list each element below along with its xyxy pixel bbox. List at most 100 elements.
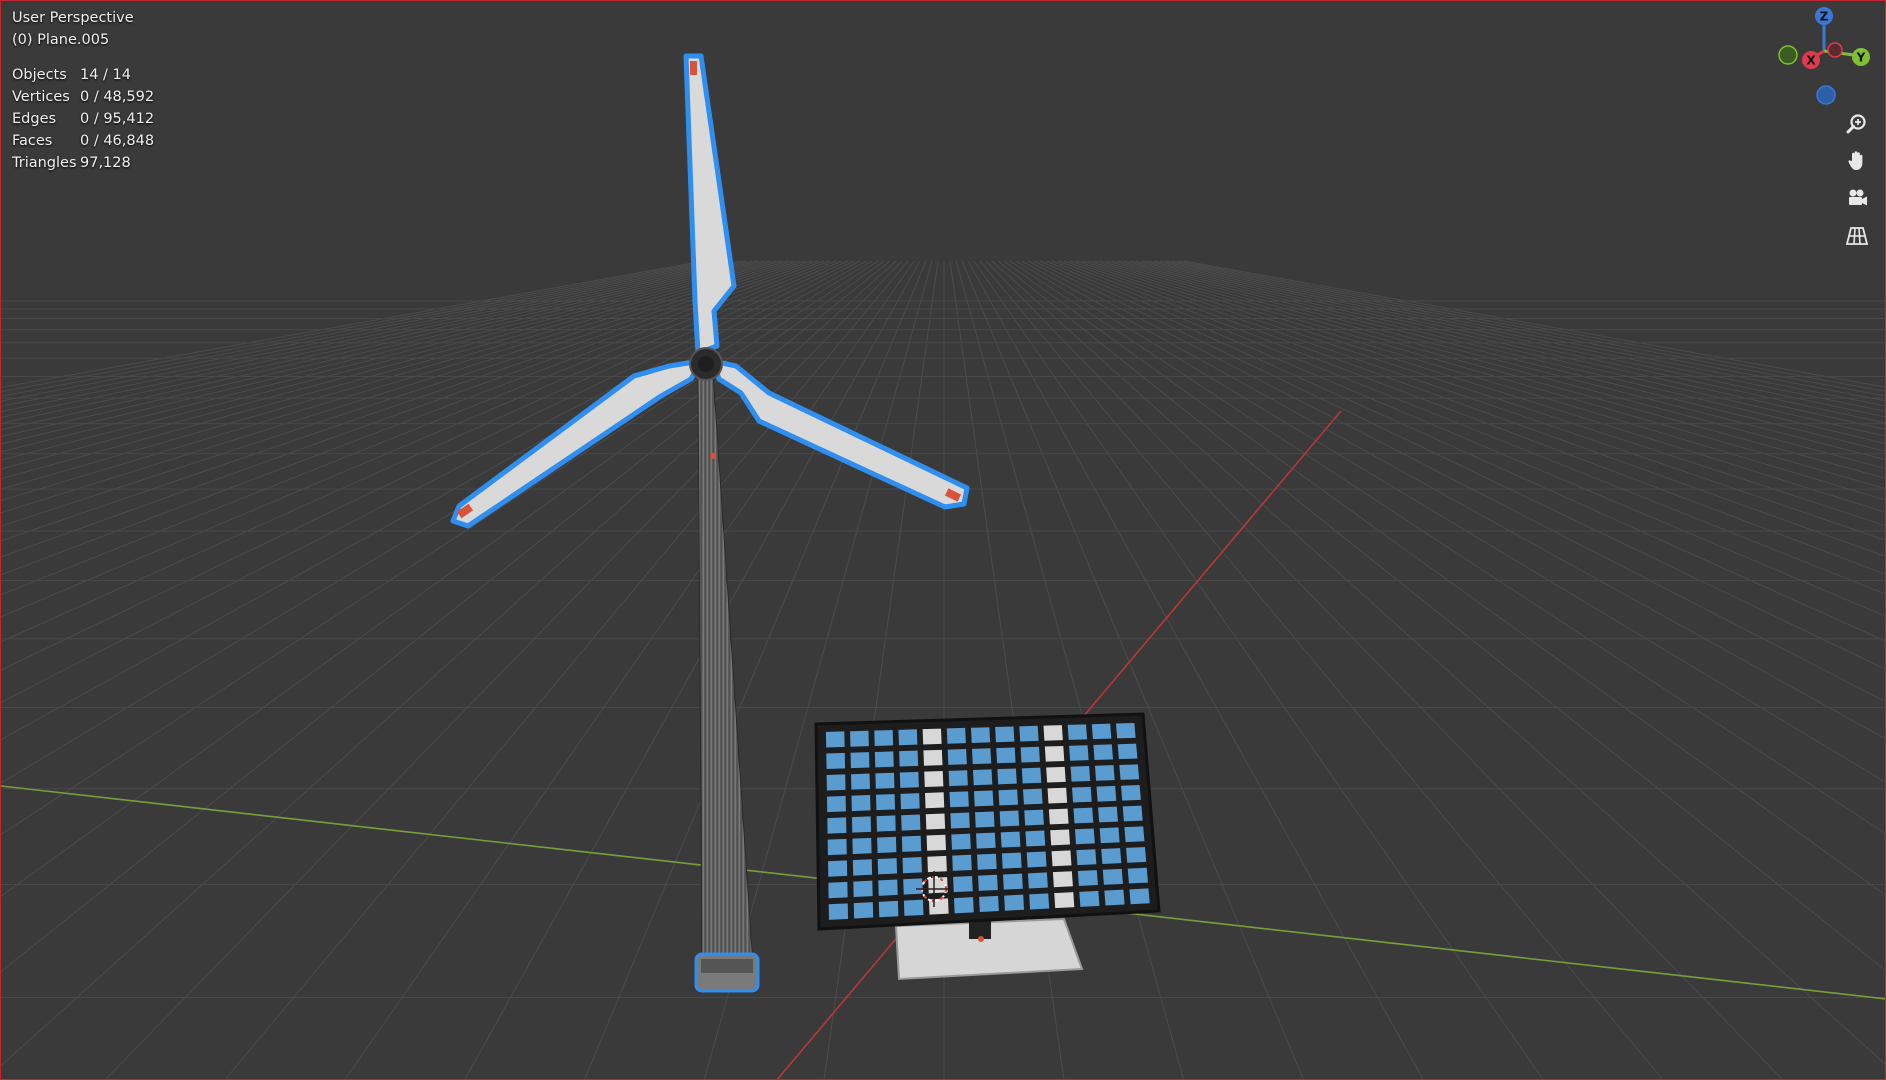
- grid-line: [464, 260, 921, 1079]
- solar-cell: [826, 795, 846, 813]
- grid-line: [1105, 260, 1885, 470]
- solar-cell: [1076, 849, 1097, 866]
- grid-line: [1081, 260, 1885, 513]
- hub-center: [698, 356, 714, 372]
- solar-cell: [1129, 888, 1150, 905]
- camera-icon[interactable]: [1842, 183, 1872, 213]
- solar-cell: [1025, 830, 1046, 847]
- view-name: User Perspective: [12, 10, 134, 26]
- solar-cell: [1072, 786, 1092, 803]
- solar-stripe-segment: [1050, 829, 1071, 846]
- navigation-gizmo[interactable]: Z Y X: [1769, 1, 1879, 111]
- grid-line: [985, 260, 1783, 1079]
- stat-value: 0 / 95,412: [80, 111, 155, 127]
- grid-line: [1069, 260, 1885, 541]
- solar-stripe-segment: [1043, 725, 1063, 741]
- solar-cell: [1027, 872, 1048, 889]
- solar-cell: [878, 900, 899, 918]
- gizmo-neg-z[interactable]: [1816, 85, 1836, 105]
- solar-cell: [954, 897, 974, 914]
- solar-stripe-segment: [1044, 745, 1065, 762]
- solar-cell: [852, 859, 873, 876]
- solar-cell: [996, 747, 1016, 764]
- grid-line: [1, 260, 717, 397]
- solar-cell: [903, 878, 923, 895]
- gizmo-neg-y[interactable]: [1778, 45, 1798, 65]
- solar-cell: [853, 902, 874, 919]
- grid-line: [1, 260, 729, 407]
- solar-cell: [877, 836, 897, 853]
- solar-cell: [998, 789, 1018, 806]
- grid-line: [1, 260, 711, 393]
- solar-cell: [903, 899, 924, 916]
- solar-cell: [970, 727, 991, 743]
- solar-stripe-segment: [1048, 808, 1069, 825]
- solar-cell: [978, 874, 998, 891]
- solar-cell: [1096, 785, 1117, 802]
- solar-cell: [853, 880, 873, 898]
- 3d-viewport[interactable]: User Perspective (0) Plane.005 Objects 14…: [0, 0, 1886, 1080]
- grid-line: [225, 260, 909, 1079]
- solar-cell: [901, 814, 921, 831]
- active-object-name: (0) Plane.005: [12, 32, 110, 48]
- solar-cell: [874, 729, 894, 746]
- gizmo-neg-x[interactable]: [1827, 42, 1843, 58]
- grid-line: [1165, 260, 1885, 402]
- solar-cell: [975, 811, 995, 828]
- solar-cell: [947, 749, 967, 765]
- solar-cell: [1004, 894, 1025, 911]
- solar-stripe-segment: [924, 771, 944, 787]
- viewport-scene[interactable]: [1, 1, 1886, 1080]
- solar-cell: [876, 815, 896, 832]
- gizmo-y-label: Y: [1856, 51, 1866, 65]
- solar-stripe-segment: [926, 834, 947, 851]
- solar-cell: [1003, 873, 1023, 890]
- solar-cell: [1115, 722, 1136, 739]
- solar-cell: [828, 881, 848, 899]
- solar-cell: [1126, 847, 1147, 863]
- solar-cell: [827, 817, 847, 834]
- solar-cell: [1074, 828, 1095, 845]
- solar-stripe-segment: [927, 855, 947, 873]
- solar-cell: [971, 748, 992, 765]
- solar-cell: [899, 750, 919, 767]
- solar-cell: [1121, 785, 1141, 801]
- grid-line: [1051, 260, 1885, 595]
- grid-line: [1123, 260, 1885, 444]
- blade-tip-marker: [690, 61, 697, 75]
- solar-cell: [877, 858, 898, 875]
- object-origin-dot: [710, 453, 716, 459]
- turbine-tower[interactable]: [697, 372, 754, 967]
- solar-cell: [1117, 743, 1138, 760]
- grid-ortho-icon[interactable]: [1842, 221, 1872, 251]
- solar-cell: [1069, 745, 1089, 761]
- stat-row-faces: Faces 0 / 46,848: [12, 130, 154, 152]
- solar-cell: [901, 835, 922, 852]
- solar-cell: [1029, 893, 1050, 910]
- grid-line: [1027, 260, 1885, 702]
- solar-cell: [851, 816, 872, 833]
- solar-stripe-segment: [1052, 871, 1073, 888]
- solar-cell: [1067, 724, 1088, 740]
- solar-cell: [900, 793, 920, 810]
- solar-cell: [875, 794, 896, 811]
- turbine-blade-right[interactable]: [710, 358, 970, 510]
- solar-cell: [946, 727, 966, 744]
- solar-stripe-segment: [1051, 850, 1072, 867]
- turbine-blade-left[interactable]: [450, 358, 704, 529]
- turbine-blade-top[interactable]: [683, 53, 737, 356]
- solar-cell: [875, 772, 895, 789]
- solar-panel[interactable]: [814, 712, 1161, 981]
- grid-line: [1099, 260, 1885, 479]
- solar-cell: [1094, 765, 1115, 781]
- solar-cell: [851, 773, 870, 790]
- stat-label: Edges: [12, 111, 57, 127]
- stat-label: Triangles: [12, 155, 77, 171]
- solar-cell: [828, 860, 848, 877]
- hand-pan-icon[interactable]: [1842, 146, 1872, 176]
- solar-cell: [977, 853, 997, 870]
- stat-label: Vertices: [12, 89, 70, 105]
- stat-label: Objects: [12, 67, 67, 83]
- zoom-icon[interactable]: [1842, 109, 1872, 139]
- solar-stripe-segment: [924, 792, 945, 809]
